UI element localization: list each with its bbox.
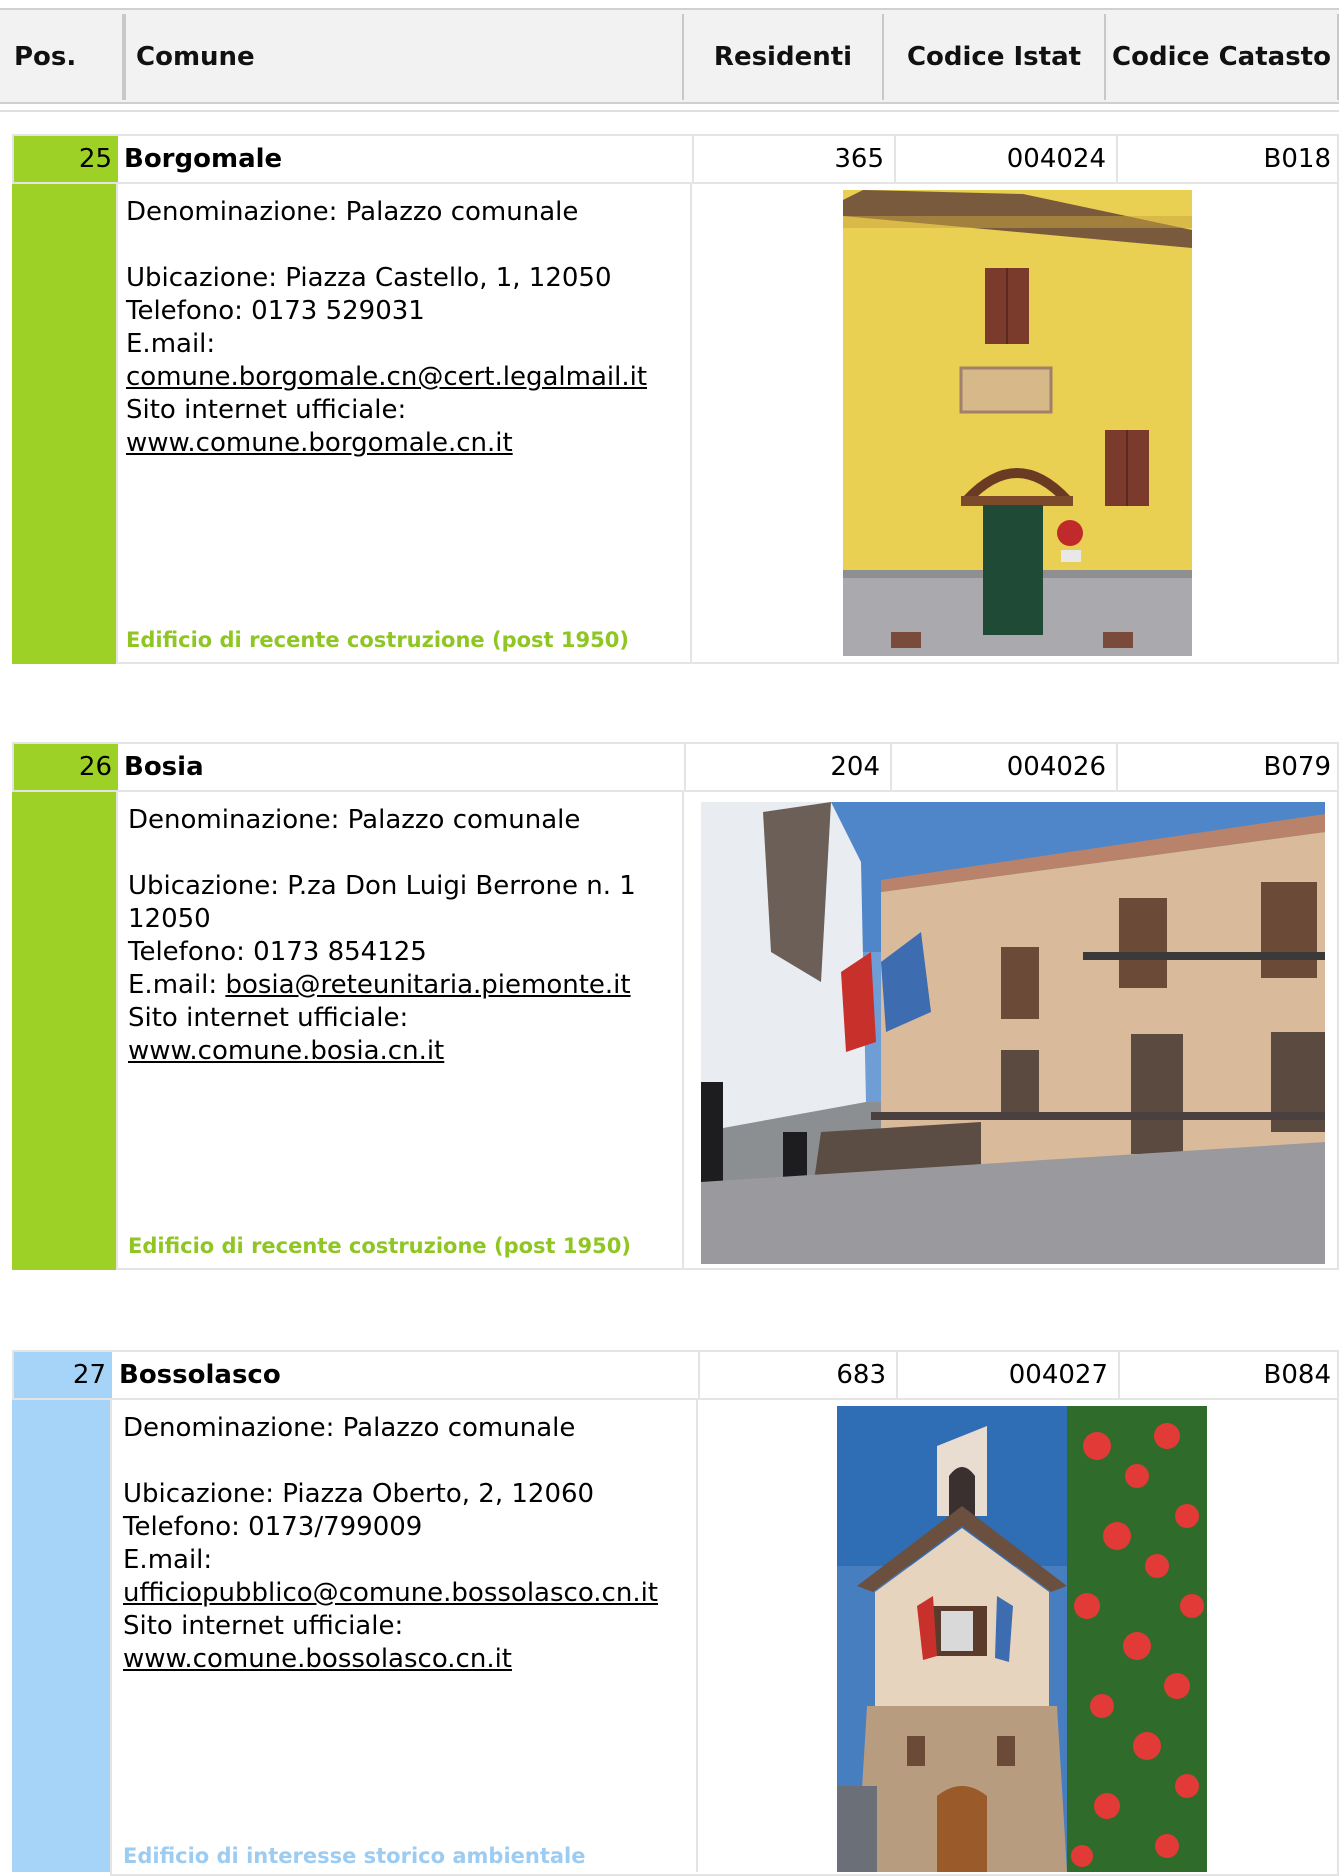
residenti-value: 204 (684, 744, 890, 790)
denominazione-value: Palazzo comunale (345, 197, 579, 227)
municipio-photo (843, 190, 1192, 656)
website-link[interactable]: www.comune.bosia.cn.it (128, 1036, 444, 1066)
denominazione-label: Denominazione: (128, 805, 340, 835)
residenti-value: 683 (698, 1352, 896, 1398)
telefono-label: Telefono: (128, 937, 245, 967)
category-color-bar (12, 792, 116, 1270)
denominazione-value: Palazzo comunale (342, 1413, 576, 1443)
entry-borgomale: 25 Borgomale 365 004024 B018 Denominazio… (12, 134, 1339, 664)
header-pos: Pos. (0, 14, 124, 100)
header-codice-istat: Codice Istat (884, 14, 1106, 100)
telefono-value: 0173/799009 (248, 1512, 423, 1542)
detail-divider (696, 1400, 698, 1872)
ubicazione-value: Piazza Castello, 1, 12050 (285, 263, 612, 293)
entry-bossolasco: 27 Bossolasco 683 004027 B084 Denominazi… (12, 1350, 1339, 1876)
codice-istat-value: 004024 (894, 136, 1116, 182)
position-number: 26 (14, 744, 118, 790)
ubicazione-label: Ubicazione: (123, 1479, 274, 1509)
website-link[interactable]: www.comune.borgomale.cn.it (126, 428, 513, 458)
municipio-photo (701, 802, 1325, 1264)
entry-summary-row: 26 Bosia 204 004026 B079 (12, 742, 1339, 792)
header-comune: Comune (124, 14, 684, 100)
telefono-value: 0173 529031 (251, 296, 425, 326)
telefono-value: 0173 854125 (253, 937, 427, 967)
codice-catasto-value: B079 (1116, 744, 1339, 790)
building-category-note: Edificio di interesse storico ambientale (123, 1844, 586, 1868)
position-number: 27 (14, 1352, 112, 1398)
entry-info: Denominazione: Palazzo comunale Ubicazio… (128, 804, 678, 1068)
ubicazione-label: Ubicazione: (126, 263, 277, 293)
email-label: E.mail: (126, 329, 216, 359)
comune-name: Bosia (124, 752, 204, 782)
category-color-bar (12, 1400, 110, 1872)
ubicazione-value: Piazza Oberto, 2, 12060 (282, 1479, 595, 1509)
telefono-label: Telefono: (126, 296, 243, 326)
position-number: 25 (14, 136, 118, 182)
header-residenti: Residenti (684, 14, 884, 100)
codice-istat-value: 004027 (896, 1352, 1118, 1398)
detail-divider (690, 184, 692, 662)
telefono-label: Telefono: (123, 1512, 240, 1542)
denominazione-value: Palazzo comunale (347, 805, 581, 835)
codice-istat-value: 004026 (890, 744, 1116, 790)
email-label: E.mail: (128, 970, 218, 1000)
entry-info: Denominazione: Palazzo comunale Ubicazio… (126, 196, 686, 460)
website-link[interactable]: www.comune.bossolasco.cn.it (123, 1644, 512, 1674)
municipio-photo (837, 1406, 1207, 1872)
entry-summary-row: 25 Borgomale 365 004024 B018 (12, 134, 1339, 184)
entry-summary-row: 27 Bossolasco 683 004027 B084 (12, 1350, 1339, 1400)
entry-info: Denominazione: Palazzo comunale Ubicazio… (123, 1412, 693, 1676)
sito-label: Sito internet ufficiale: (123, 1611, 404, 1641)
denominazione-label: Denominazione: (123, 1413, 335, 1443)
sito-label: Sito internet ufficiale: (128, 1003, 409, 1033)
comune-name: Bossolasco (119, 1360, 281, 1390)
detail-divider (682, 792, 684, 1268)
header-codice-catasto: Codice Catasto (1106, 14, 1339, 100)
entry-bosia: 26 Bosia 204 004026 B079 Denominazione: … (12, 742, 1339, 1270)
building-category-note: Edificio di recente costruzione (post 19… (126, 628, 629, 652)
codice-catasto-value: B084 (1118, 1352, 1339, 1398)
email-label: E.mail: (123, 1545, 213, 1575)
denominazione-label: Denominazione: (126, 197, 338, 227)
category-color-bar (12, 184, 116, 664)
email-link[interactable]: bosia@reteunitaria.piemonte.it (225, 970, 630, 1000)
email-link[interactable]: ufficiopubblico@comune.bossolasco.cn.it (123, 1578, 658, 1608)
building-category-note: Edificio di recente costruzione (post 19… (128, 1234, 631, 1258)
sito-label: Sito internet ufficiale: (126, 395, 407, 425)
email-link[interactable]: comune.borgomale.cn@cert.legalmail.it (126, 362, 647, 392)
comune-name: Borgomale (124, 144, 283, 174)
ubicazione-label: Ubicazione: (128, 871, 279, 901)
residenti-value: 365 (692, 136, 894, 182)
codice-catasto-value: B018 (1116, 136, 1339, 182)
table-header: Pos. Comune Residenti Codice Istat Codic… (0, 8, 1339, 104)
header-divider (0, 110, 1339, 112)
